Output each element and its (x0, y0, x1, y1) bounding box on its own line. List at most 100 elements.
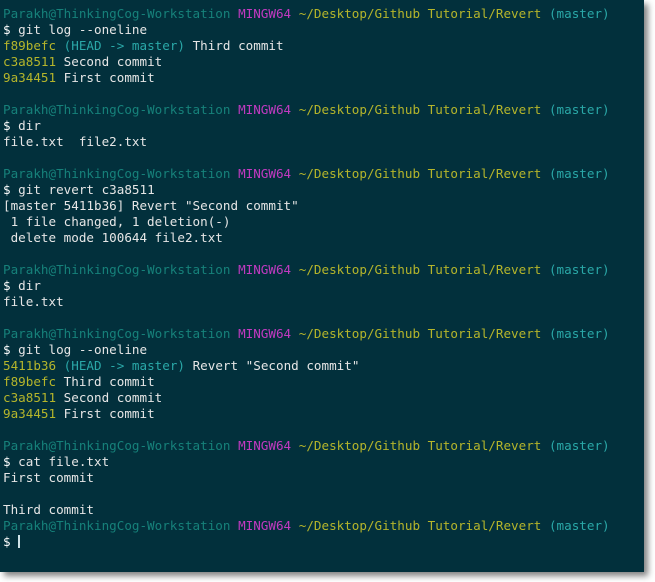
prompt-user-host: Parakh@ThinkingCog-Workstation (3, 262, 231, 277)
output-line: delete mode 100644 file2.txt (3, 230, 644, 246)
prompt-path: ~/Desktop/Github Tutorial/Revert (298, 102, 542, 117)
command-text: cat file.txt (18, 454, 110, 469)
commit-message: Revert "Second commit" (192, 358, 360, 373)
command-text: git revert c3a8511 (18, 182, 155, 197)
commit-message: First commit (63, 70, 155, 85)
prompt-shell-name: MINGW64 (238, 6, 292, 21)
prompt-path: ~/Desktop/Github Tutorial/Revert (298, 166, 542, 181)
output-text: Third commit (3, 502, 94, 517)
prompt-git-branch: (master) (548, 102, 610, 117)
prompt-sigil: $ (3, 342, 19, 357)
terminal-output-area[interactable]: Parakh@ThinkingCog-Workstation MINGW64 ~… (0, 0, 644, 550)
prompt-user-host: Parakh@ThinkingCog-Workstation (3, 166, 231, 181)
commit-hash: 9a34451 (3, 406, 57, 421)
prompt-path: ~/Desktop/Github Tutorial/Revert (298, 6, 542, 21)
prompt-line: Parakh@ThinkingCog-Workstation MINGW64 ~… (3, 438, 644, 454)
commit-hash: 5411b36 (3, 358, 57, 373)
active-prompt-line[interactable]: $ (3, 534, 644, 550)
output-line: 1 file changed, 1 deletion(-) (3, 214, 644, 230)
git-log-entry: c3a8511 Second commit (3, 390, 644, 406)
git-log-entry: 9a34451 First commit (3, 406, 644, 422)
terminal-window[interactable]: Parakh@ThinkingCog-Workstation MINGW64 ~… (0, 0, 644, 572)
commit-hash: f89befc (3, 374, 57, 389)
commit-message: First commit (63, 406, 155, 421)
prompt-git-branch: (master) (548, 326, 610, 341)
prompt-line: Parakh@ThinkingCog-Workstation MINGW64 ~… (3, 518, 644, 534)
output-text: 1 file changed, 1 deletion(-) (3, 214, 231, 229)
command-line[interactable]: $ cat file.txt (3, 454, 644, 470)
prompt-path: ~/Desktop/Github Tutorial/Revert (298, 262, 542, 277)
command-line[interactable]: $ git log --oneline (3, 22, 644, 38)
command-line[interactable]: $ dir (3, 118, 644, 134)
prompt-sigil: $ (3, 278, 19, 293)
prompt-user-host: Parakh@ThinkingCog-Workstation (3, 518, 231, 533)
prompt-line: Parakh@ThinkingCog-Workstation MINGW64 ~… (3, 326, 644, 342)
prompt-git-branch: (master) (548, 166, 610, 181)
command-line[interactable]: $ git revert c3a8511 (3, 182, 644, 198)
commit-hash: c3a8511 (3, 54, 57, 69)
prompt-shell-name: MINGW64 (238, 262, 292, 277)
prompt-path: ~/Desktop/Github Tutorial/Revert (298, 518, 542, 533)
output-line: file.txt (3, 294, 644, 310)
prompt-user-host: Parakh@ThinkingCog-Workstation (3, 102, 231, 117)
commit-message: Third commit (63, 374, 155, 389)
command-line[interactable]: $ git log --oneline (3, 342, 644, 358)
output-text: file.txt (3, 294, 64, 309)
prompt-git-branch: (master) (548, 262, 610, 277)
prompt-line: Parakh@ThinkingCog-Workstation MINGW64 ~… (3, 262, 644, 278)
commit-ref: (HEAD -> master) (63, 38, 185, 53)
commit-message: Second commit (63, 390, 163, 405)
prompt-git-branch: (master) (548, 6, 610, 21)
text-cursor (18, 535, 21, 548)
commit-ref: (HEAD -> master) (63, 358, 185, 373)
output-line: Third commit (3, 502, 644, 518)
prompt-sigil: $ (3, 454, 19, 469)
commit-hash: f89befc (3, 38, 57, 53)
git-log-entry: f89befc Third commit (3, 374, 644, 390)
prompt-user-host: Parakh@ThinkingCog-Workstation (3, 326, 231, 341)
output-line: file.txt file2.txt (3, 134, 644, 150)
git-log-entry: c3a8511 Second commit (3, 54, 644, 70)
command-line[interactable]: $ dir (3, 278, 644, 294)
prompt-sigil: $ (3, 534, 19, 549)
output-line: [master 5411b36] Revert "Second commit" (3, 198, 644, 214)
prompt-path: ~/Desktop/Github Tutorial/Revert (298, 438, 542, 453)
prompt-git-branch: (master) (548, 438, 610, 453)
output-text: delete mode 100644 file2.txt (3, 230, 223, 245)
output-text: file.txt file2.txt (3, 134, 148, 149)
prompt-shell-name: MINGW64 (238, 518, 292, 533)
prompt-line: Parakh@ThinkingCog-Workstation MINGW64 ~… (3, 6, 644, 22)
prompt-git-branch: (master) (548, 518, 610, 533)
prompt-user-host: Parakh@ThinkingCog-Workstation (3, 438, 231, 453)
command-text: git log --oneline (18, 342, 148, 357)
git-log-entry: f89befc (HEAD -> master) Third commit (3, 38, 644, 54)
